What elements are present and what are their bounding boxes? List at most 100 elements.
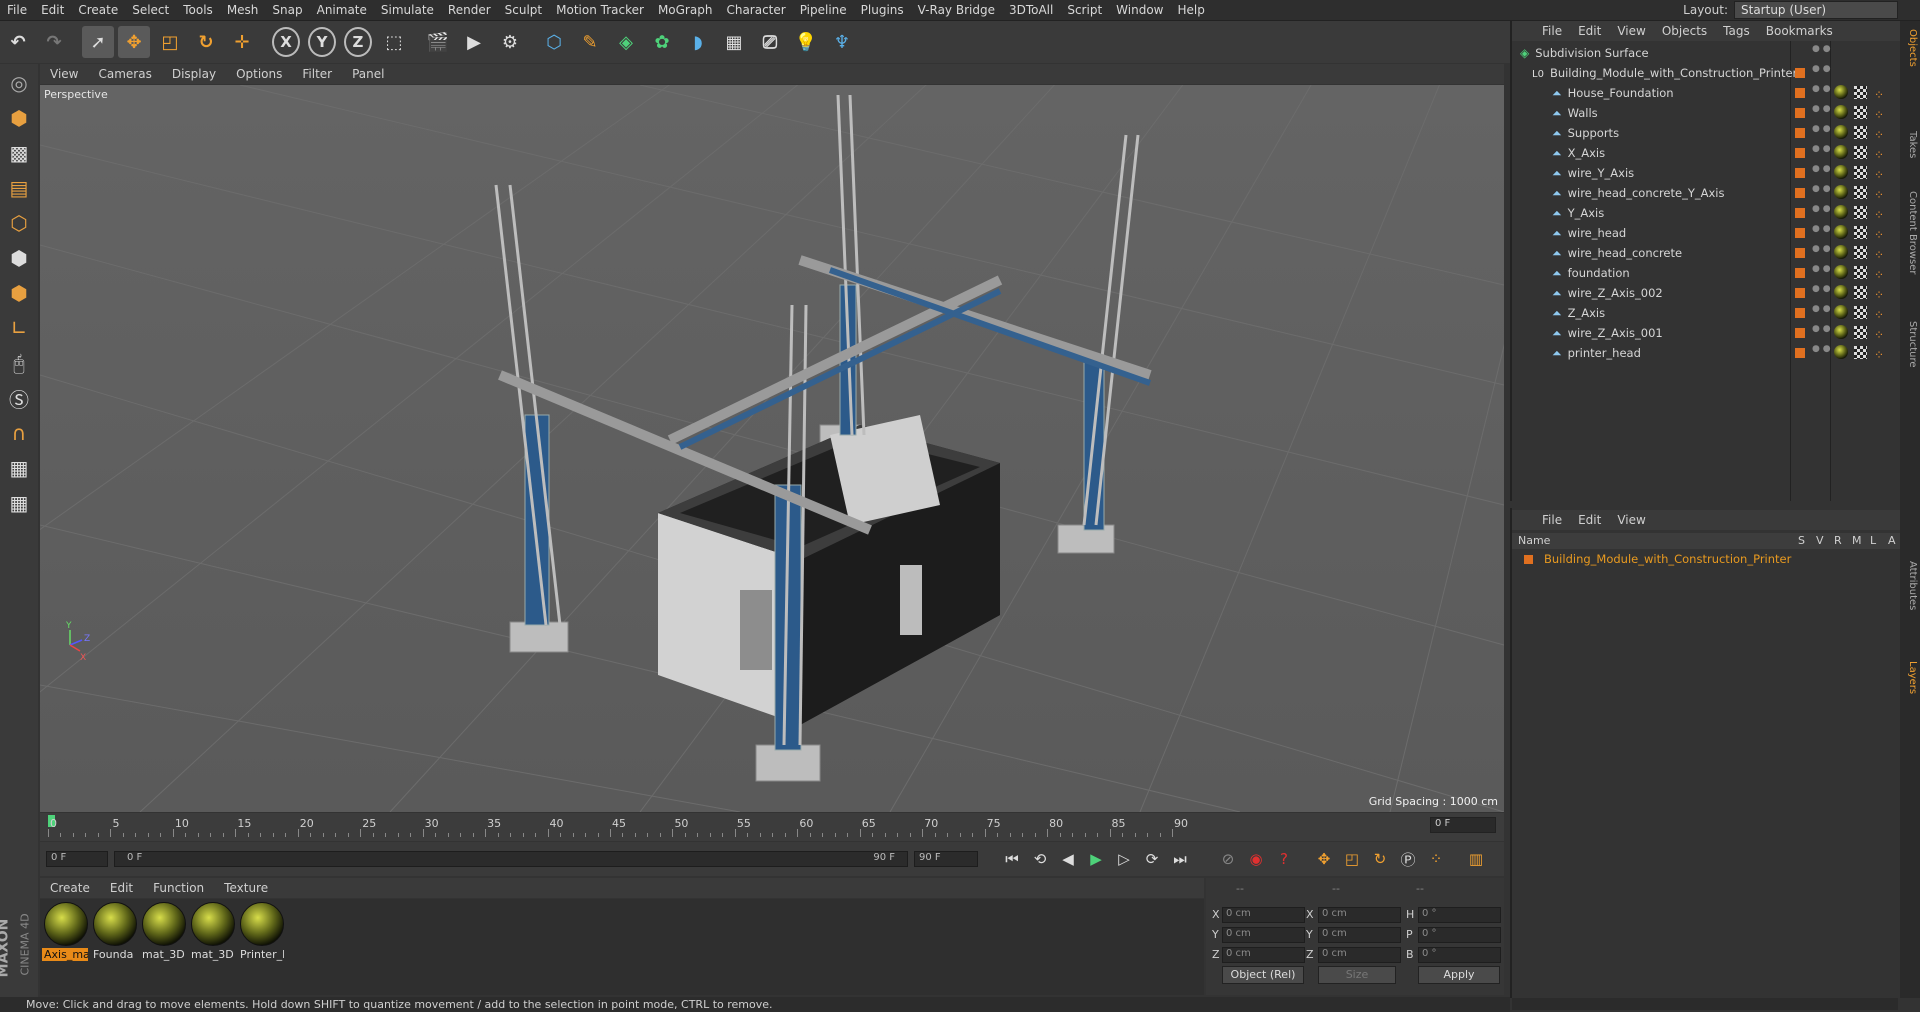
render-picture-viewer-icon[interactable]: ▶ [458,26,490,58]
light-icon[interactable]: 💡 [790,26,822,58]
uv-tag-icon[interactable] [1854,326,1867,339]
layer-color-swatch[interactable] [1795,308,1805,318]
horizontal-scrollbar[interactable] [1512,998,1898,1010]
object-row-subdivision-surface[interactable]: ◈ Subdivision Surface ● ● [1512,43,1900,63]
menu-plugins[interactable]: Plugins [854,3,911,17]
viewport-menu-filter[interactable]: Filter [292,67,342,81]
uv-tag-icon[interactable] [1854,306,1867,319]
go-to-start-icon[interactable]: ⏮ [1000,847,1024,871]
timeline-window-icon[interactable]: ▥ [1464,847,1488,871]
coord-c-field[interactable]: 0 ° [1418,947,1501,963]
scale-icon[interactable]: ◰ [154,26,186,58]
menu-character[interactable]: Character [719,3,792,17]
menu-create[interactable]: Create [71,3,125,17]
x-axis-lock-button[interactable]: X [272,27,300,57]
make-editable-icon[interactable]: ◎ [3,67,35,99]
move-icon[interactable]: ✥ [118,26,150,58]
phong-tag-icon[interactable]: ⁘ [1874,185,1884,205]
layer-color-swatch[interactable] [1795,348,1805,358]
phong-tag-icon[interactable]: ⁘ [1874,105,1884,125]
object-row-printer-head[interactable]: ⏶ printer_head ● ● ⁘ [1512,343,1900,363]
tweak-icon[interactable]: 🖰 [3,347,35,379]
material-swatch[interactable]: mat_3D [189,902,235,961]
phong-tag-icon[interactable]: ⁘ [1874,165,1884,185]
visibility-dots[interactable]: ● ● [1812,345,1831,354]
menu-mesh[interactable]: Mesh [220,3,266,17]
menu-sculpt[interactable]: Sculpt [498,3,549,17]
cloner-icon[interactable]: ✿ [646,26,678,58]
render-settings-icon[interactable]: ⚙ [494,26,526,58]
frame-range-slider[interactable]: 0 F 90 F [114,851,908,867]
coord-a-field[interactable]: 0 cm [1222,907,1305,923]
visibility-dots[interactable]: ● ● [1812,285,1831,294]
magnet-icon[interactable]: ∩ [3,417,35,449]
uv-tag-icon[interactable] [1854,146,1867,159]
object-row-foundation[interactable]: ⏶ foundation ● ● ⁘ [1512,263,1900,283]
visibility-dots[interactable]: ● ● [1812,85,1831,94]
viewport-menu-panel[interactable]: Panel [342,67,394,81]
phong-tag-icon[interactable]: ⁘ [1874,305,1884,325]
object-menu-file[interactable]: File [1534,24,1570,38]
viewport-menu-options[interactable]: Options [226,67,292,81]
coord-a-field[interactable]: 0 cm [1222,947,1305,963]
material-tag-icon[interactable] [1834,85,1848,99]
material-swatch[interactable]: Axis_ma [42,902,88,961]
lock-workplane-icon[interactable]: ▦ [3,452,35,484]
render-view-icon[interactable]: 🎬 [422,26,454,58]
next-key-icon[interactable]: ⟳ [1140,847,1164,871]
key-parameter-icon[interactable]: Ⓟ [1396,847,1420,871]
uv-tag-icon[interactable] [1854,206,1867,219]
layer-color-swatch[interactable] [1795,108,1805,118]
material-tag-icon[interactable] [1834,225,1848,239]
menu-snap[interactable]: Snap [265,3,309,17]
phong-tag-icon[interactable]: ⁘ [1874,285,1884,305]
coord-a-field[interactable]: 0 cm [1222,927,1305,943]
material-tag-icon[interactable] [1834,265,1848,279]
uv-tag-icon[interactable] [1854,106,1867,119]
layer-menu-file[interactable]: File [1534,513,1570,527]
end-frame-field[interactable]: 90 F [914,851,978,867]
object-row-group[interactable]: L0 Building_Module_with_Construction_Prin… [1512,63,1900,83]
viewport-menu-cameras[interactable]: Cameras [88,67,161,81]
key-rotation-icon[interactable]: ↻ [1368,847,1392,871]
uv-tag-icon[interactable] [1854,126,1867,139]
object-menu-tags[interactable]: Tags [1715,24,1758,38]
uv-tag-icon[interactable] [1854,286,1867,299]
menu-script[interactable]: Script [1060,3,1109,17]
side-tab-takes[interactable]: Takes [1902,131,1918,158]
object-row-z-axis[interactable]: ⏶ Z_Axis ● ● ⁘ [1512,303,1900,323]
transform-icon[interactable]: ✛ [226,26,258,58]
object-row-wire-z-axis-001[interactable]: ⏶ wire_Z_Axis_001 ● ● ⁘ [1512,323,1900,343]
side-tab-layers[interactable]: Layers [1902,661,1918,694]
material-tag-icon[interactable] [1834,305,1848,319]
side-tab-structure[interactable]: Structure [1902,321,1918,368]
object-row-house-foundation[interactable]: ⏶ House_Foundation ● ● ⁘ [1512,83,1900,103]
visibility-dots[interactable]: ● ● [1812,45,1831,54]
edges-mode-icon[interactable]: ⬢ [3,242,35,274]
menu-pipeline[interactable]: Pipeline [793,3,854,17]
viewport-perspective[interactable]: Y Z X Perspective Grid Spacing : 1000 cm [40,85,1504,812]
uv-tag-icon[interactable] [1854,86,1867,99]
coord-b-field[interactable]: 0 cm [1318,907,1401,923]
layer-color-swatch[interactable] [1795,268,1805,278]
material-tag-icon[interactable] [1834,285,1848,299]
material-tag-icon[interactable] [1834,165,1848,179]
coordinate-system-icon[interactable]: ⬚ [378,26,410,58]
uv-tag-icon[interactable] [1854,226,1867,239]
visibility-dots[interactable]: ● ● [1812,225,1831,234]
points-mode-icon[interactable]: ⬡ [3,207,35,239]
layer-color-swatch[interactable] [1795,148,1805,158]
workplane-icon[interactable]: ▤ [3,172,35,204]
material-swatch[interactable]: Printer_l [238,902,284,961]
side-tab-content-browser[interactable]: Content Browser [1902,191,1918,274]
key-scale-icon[interactable]: ◰ [1340,847,1364,871]
material-menu-edit[interactable]: Edit [100,881,143,895]
menu-file[interactable]: File [0,3,34,17]
material-tag-icon[interactable] [1834,105,1848,119]
coord-b-field[interactable]: 0 cm [1318,947,1401,963]
menu-simulate[interactable]: Simulate [374,3,441,17]
object-row-wire-head[interactable]: ⏶ wire_head ● ● ⁘ [1512,223,1900,243]
pen-icon[interactable]: ✎ [574,26,606,58]
object-row-walls[interactable]: ⏶ Walls ● ● ⁘ [1512,103,1900,123]
coordinate-mode-dropdown[interactable]: Object (Rel) [1222,966,1304,984]
